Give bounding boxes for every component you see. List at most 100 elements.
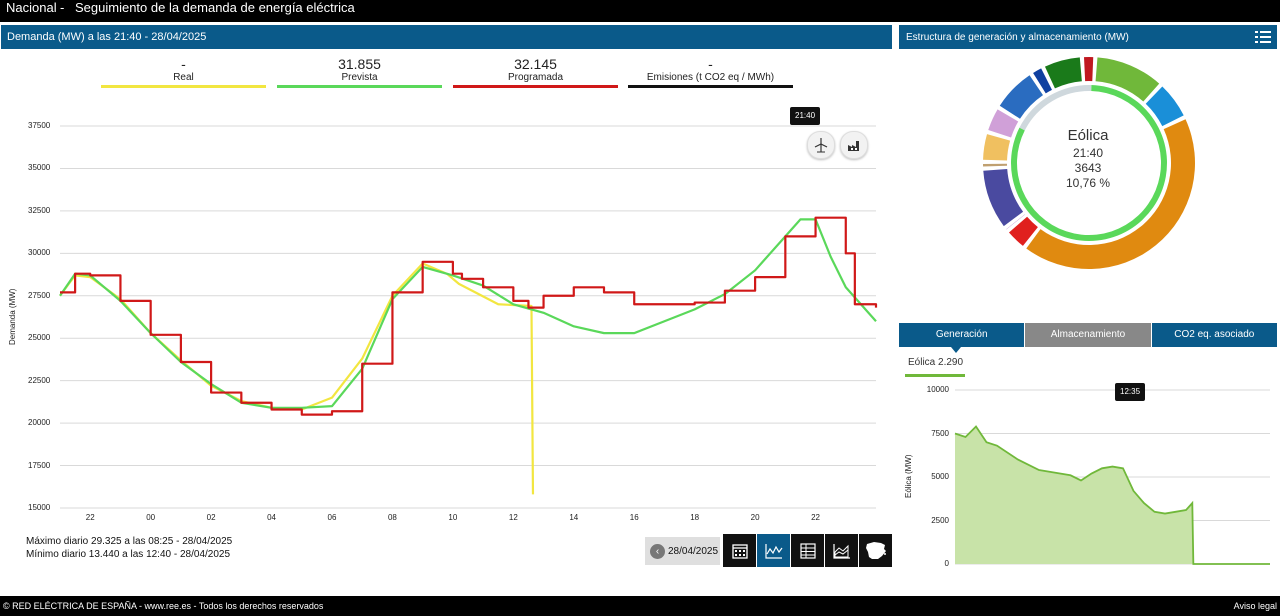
spain-map-icon xyxy=(865,541,886,559)
donut-center-time: 21:40 xyxy=(1072,146,1104,160)
legend-real-label: Real xyxy=(173,72,194,83)
demand-x-tick: 06 xyxy=(327,513,337,522)
top-bar: Nacional - Seguimiento de la demanda de … xyxy=(0,0,1280,22)
donut-center-value: 3643 xyxy=(1074,161,1102,175)
legend-emisiones-swatch xyxy=(628,85,793,88)
region-label[interactable]: Nacional xyxy=(6,0,57,15)
demand-x-tick: 10 xyxy=(448,513,458,522)
donut-segment-biomasa xyxy=(1044,57,1082,89)
demand-tooltip: 21:40 xyxy=(790,107,821,125)
legend-prevista-value: 31.855 xyxy=(338,56,381,72)
series-label: Eólica 2.290 xyxy=(908,357,964,368)
series-prevista xyxy=(59,218,877,409)
legend-prevista-swatch xyxy=(277,85,442,88)
calendar-icon xyxy=(731,543,748,559)
legend-emisiones-value: - xyxy=(708,56,713,72)
demand-y-tick: 30000 xyxy=(28,248,51,258)
demand-subtitle: a las 21:40 - 28/04/2025 xyxy=(87,31,207,43)
demand-y-tick: 37500 xyxy=(28,121,51,130)
demand-title: Demanda (MW) xyxy=(7,31,85,43)
legend-programada[interactable]: 32.145 Programada xyxy=(453,57,618,88)
area-y-tick: 10000 xyxy=(926,385,949,394)
generation-tabs: Generación Almacenamiento CO2 eq. asocia… xyxy=(899,323,1277,347)
series-swatch xyxy=(905,374,965,377)
generation-panel-header: Estructura de generación y almacenamient… xyxy=(899,25,1277,49)
donut-segment-térmica xyxy=(1084,57,1094,82)
demand-y-tick: 20000 xyxy=(28,418,51,428)
line-chart-button[interactable] xyxy=(757,534,790,567)
tab-almacenamiento[interactable]: Almacenamiento xyxy=(1025,323,1152,347)
legend-programada-value: 32.145 xyxy=(514,56,557,72)
daily-max: Máximo diario 29.325 a las 08:25 - 28/04… xyxy=(26,536,233,547)
eolica-area-chart[interactable] xyxy=(899,380,1279,580)
tab-co2[interactable]: CO2 eq. asociado xyxy=(1151,323,1277,347)
date-selector[interactable]: ‹ 28/04/2025 xyxy=(645,537,720,565)
table-button[interactable] xyxy=(791,534,824,567)
current-date: 28/04/2025 xyxy=(668,545,719,557)
eolica-area xyxy=(955,426,1270,564)
page-title: Seguimiento de la demanda de energía elé… xyxy=(75,0,355,15)
legal-link[interactable]: Aviso legal xyxy=(1234,596,1277,616)
title-separator: - xyxy=(60,0,65,15)
demand-x-tick: 18 xyxy=(690,513,700,522)
demand-x-tick: 20 xyxy=(750,513,760,522)
legend-real[interactable]: - Real xyxy=(101,57,266,88)
wind-turbine-icon xyxy=(814,138,828,153)
legend-real-value: - xyxy=(181,56,186,72)
tab-generacion[interactable]: Generación xyxy=(899,323,1026,347)
demand-y-tick: 27500 xyxy=(28,290,51,300)
area-tooltip: 12:35 xyxy=(1115,383,1146,401)
demand-y-tick: 32500 xyxy=(28,205,51,215)
donut-segment-turbinación xyxy=(983,134,1011,161)
footer: © RED ELÉCTRICA DE ESPAÑA - www.ree.es -… xyxy=(0,596,1280,616)
demand-x-tick: 00 xyxy=(146,513,156,522)
demand-x-tick: 22 xyxy=(85,513,95,522)
prev-day-icon[interactable]: ‹ xyxy=(650,543,665,559)
donut-center-label: Eólica xyxy=(1067,127,1109,144)
demand-y-tick: 25000 xyxy=(28,333,51,343)
demand-x-tick: 04 xyxy=(267,513,276,522)
demand-y-tick: 17500 xyxy=(28,460,51,470)
factory-icon xyxy=(848,141,859,151)
demand-y-axis-label: Demanda (MW) xyxy=(8,288,17,345)
donut-center: Eólica 21:40 3643 10,76 % xyxy=(1038,127,1138,190)
donut-segment-otras xyxy=(983,163,1008,167)
wind-icon-button[interactable] xyxy=(807,131,835,159)
menu-icon[interactable] xyxy=(1255,29,1271,54)
series-programada xyxy=(60,216,878,416)
area-y-tick: 5000 xyxy=(931,472,949,481)
donut-segment-eólica xyxy=(1095,57,1160,102)
demand-x-tick: 14 xyxy=(569,513,579,522)
legend-emisiones-label: Emisiones (t CO2 eq / MWh) xyxy=(646,72,775,83)
demand-y-tick: 15000 xyxy=(28,503,51,512)
legend-emisiones[interactable]: - Emisiones (t CO2 eq / MWh) xyxy=(628,57,793,88)
demand-x-tick: 02 xyxy=(206,513,216,522)
area-y-tick: 7500 xyxy=(931,428,949,438)
spain-map-button[interactable] xyxy=(859,534,892,567)
calendar-button[interactable] xyxy=(723,534,756,567)
area-chart-button[interactable] xyxy=(825,534,858,567)
area-y-tick: 0 xyxy=(944,559,949,568)
area-chart-icon xyxy=(832,543,850,559)
demand-y-tick: 22500 xyxy=(28,375,51,385)
generation-panel-title: Estructura de generación y almacenamient… xyxy=(906,32,1129,43)
table-icon xyxy=(799,542,816,559)
factory-icon-button[interactable] xyxy=(840,131,868,159)
legend-prevista[interactable]: 31.855 Prevista xyxy=(277,57,442,88)
active-tab-pointer xyxy=(951,347,961,353)
demand-x-tick: 22 xyxy=(811,513,820,522)
legend-programada-swatch xyxy=(453,85,618,88)
demand-x-tick: 12 xyxy=(508,513,518,522)
legend-programada-label: Programada xyxy=(507,72,564,83)
demand-panel-header: Demanda (MW) a las 21:40 - 28/04/2025 xyxy=(1,25,892,49)
line-chart-icon xyxy=(764,543,782,559)
legend-real-swatch xyxy=(101,85,266,88)
legend-prevista-label: Prevista xyxy=(341,72,378,83)
demand-y-tick: 35000 xyxy=(28,163,51,173)
series-real xyxy=(59,262,535,495)
area-y-tick: 2500 xyxy=(931,515,949,525)
daily-min: Mínimo diario 13.440 a las 12:40 - 28/04… xyxy=(26,549,231,560)
demand-x-tick: 08 xyxy=(387,513,397,522)
copyright: © RED ELÉCTRICA DE ESPAÑA - www.ree.es -… xyxy=(3,601,324,611)
demand-chart[interactable] xyxy=(0,100,895,520)
